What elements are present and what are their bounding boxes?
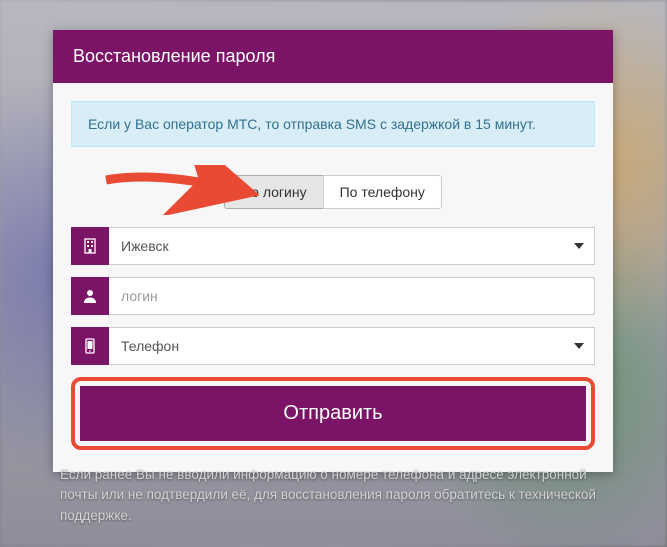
phone-row: Телефон (71, 327, 595, 365)
panel-title: Восстановление пароля (73, 46, 275, 66)
phone-select[interactable]: Телефон (109, 327, 595, 365)
tab-group: По логину По телефону (224, 175, 442, 209)
city-row: Ижевск (71, 227, 595, 265)
city-select[interactable]: Ижевск (109, 227, 595, 265)
panel-body: Если у Вас оператор МТС, то отправка SMS… (53, 83, 613, 472)
panel-header: Восстановление пароля (53, 30, 613, 83)
footer-note: Если ранее Вы не вводили информацию о но… (60, 465, 600, 526)
building-icon (71, 227, 109, 265)
user-icon (71, 277, 109, 315)
info-alert: Если у Вас оператор МТС, то отправка SMS… (71, 101, 595, 147)
submit-highlight: Отправить (71, 377, 595, 450)
password-recovery-panel: Восстановление пароля Если у Вас операто… (53, 30, 613, 472)
info-text: Если у Вас оператор МТС, то отправка SMS… (88, 116, 536, 132)
tab-row: По логину По телефону (71, 175, 595, 209)
phone-icon (71, 327, 109, 365)
submit-button[interactable]: Отправить (80, 386, 586, 441)
login-input[interactable] (109, 277, 595, 315)
tab-by-phone[interactable]: По телефону (323, 175, 442, 209)
login-row (71, 277, 595, 315)
tab-by-login[interactable]: По логину (224, 175, 323, 209)
